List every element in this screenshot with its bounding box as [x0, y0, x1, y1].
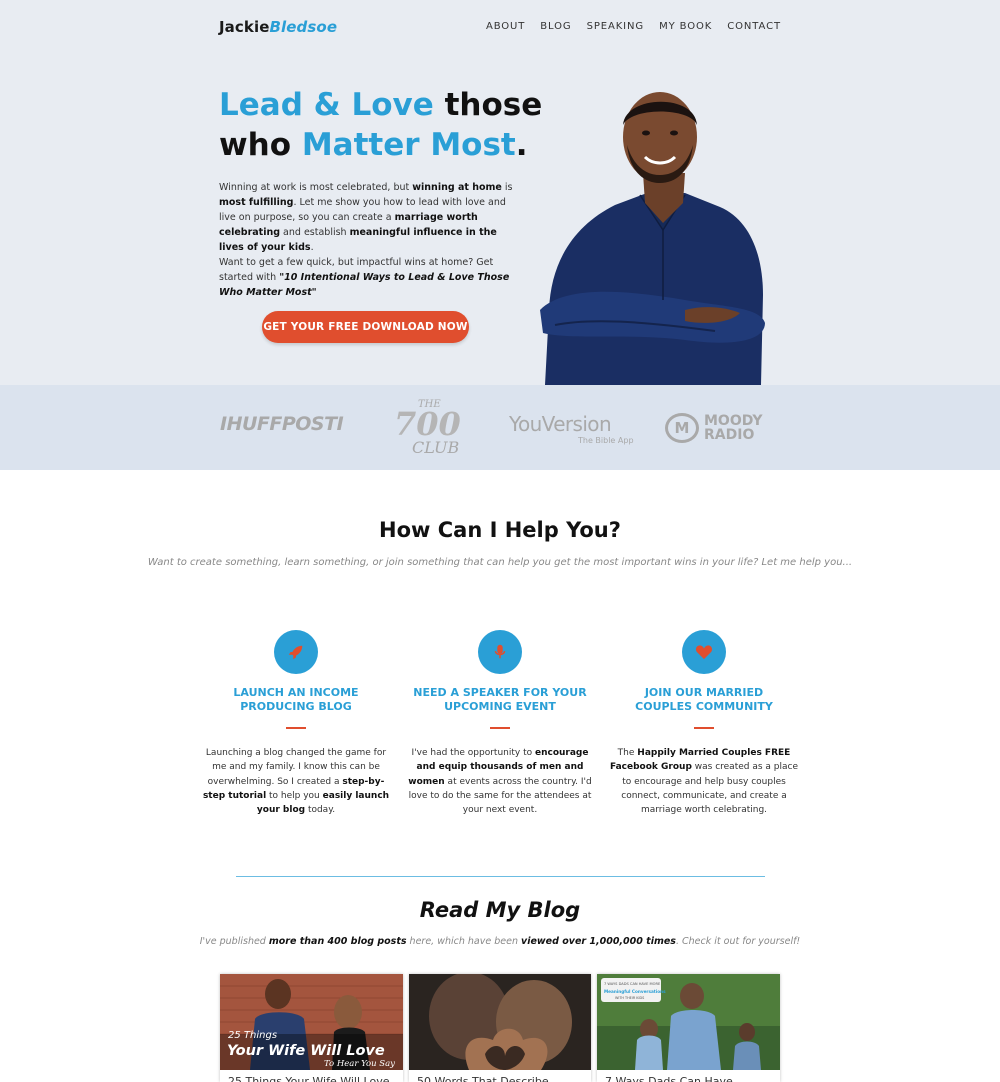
card-title-line[interactable]: NEED A SPEAKER FOR YOUR: [413, 686, 586, 699]
nav-contact[interactable]: CONTACT: [727, 21, 781, 32]
card-divider: [490, 727, 510, 729]
700-club-logo: THE 700 CLUB: [394, 399, 461, 455]
blog-post-thumbnail[interactable]: 7 WAYS DADS CAN HAVE MORE Meaningful Con…: [597, 974, 780, 1070]
blog-section-title: Read My Blog: [419, 898, 581, 922]
blog-post-card[interactable]: 7 WAYS DADS CAN HAVE MORE Meaningful Con…: [597, 974, 780, 1082]
post-overlay-line: 25 Things: [228, 1030, 277, 1041]
blog-sub-text: here, which have been: [406, 936, 521, 947]
headline-text-2: who: [219, 127, 302, 163]
portrait-photo: [540, 92, 765, 385]
blog-post-thumbnail[interactable]: [409, 974, 591, 1070]
nav-about[interactable]: ABOUT: [486, 21, 525, 32]
card-title[interactable]: NEED A SPEAKER FOR YOUR UPCOMING EVENT: [405, 686, 595, 714]
headline-text-1: those: [433, 87, 543, 123]
club-text: CLUB: [412, 438, 459, 455]
card-divider: [694, 727, 714, 729]
intro-text: Winning at work is most celebrated, but: [219, 182, 413, 193]
hero-headline: Lead & Love those who Matter Most.: [219, 85, 542, 165]
brand-first[interactable]: Jackie: [219, 18, 270, 36]
intro-text: .: [310, 242, 314, 253]
card-text: The: [617, 748, 638, 758]
moody-radio-mark: M: [665, 413, 699, 443]
card-couples-community: JOIN OUR MARRIED COUPLES COMMUNITY The Ha…: [609, 630, 799, 817]
post-image: 25 Things Your Wife Will Love To Hear Yo…: [220, 974, 403, 1070]
card-title-line[interactable]: COUPLES COMMUNITY: [635, 700, 773, 713]
card-body: Launching a blog changed the game for me…: [201, 746, 391, 817]
card-launch-blog: LAUNCH AN INCOME PRODUCING BLOG Launching…: [201, 630, 391, 817]
nav-blog[interactable]: BLOG: [540, 21, 571, 32]
heart-icon[interactable]: [682, 630, 726, 674]
card-text: to help you: [266, 790, 323, 801]
card-title[interactable]: LAUNCH AN INCOME PRODUCING BLOG: [201, 686, 391, 714]
intro-text: and establish: [280, 227, 350, 238]
blog-sub-bold: more than 400 blog posts: [268, 936, 407, 947]
blog-post-card[interactable]: 25 Things Your Wife Will Love To Hear Yo…: [220, 974, 403, 1082]
blog-post-title[interactable]: 25 Things Your Wife Will Love...: [220, 1070, 403, 1082]
blog-sub-bold: viewed over 1,000,000 times: [521, 936, 676, 947]
card-title[interactable]: JOIN OUR MARRIED COUPLES COMMUNITY: [609, 686, 799, 714]
nav-speaking[interactable]: SPEAKING: [587, 21, 644, 32]
post-overlay-line: To Hear You Say: [324, 1059, 395, 1069]
post-overlay-line: WITH THEIR KIDS: [615, 996, 644, 1000]
brand-last[interactable]: Bledsoe: [270, 18, 338, 36]
intro-bold: most fulfilling: [219, 197, 294, 208]
post-image: [409, 974, 591, 1070]
post-overlay-line: 7 WAYS DADS CAN HAVE MORE: [604, 982, 661, 986]
blog-post-thumbnail[interactable]: 25 Things Your Wife Will Love To Hear Yo…: [220, 974, 403, 1070]
huffpost-logo: IHUFFPOSTI: [220, 413, 344, 435]
nav-my-book[interactable]: MY BOOK: [659, 21, 712, 32]
card-body: I've had the opportunity to encourage an…: [405, 746, 595, 817]
card-text: I've had the opportunity to: [411, 748, 535, 758]
help-section-subtitle: Want to create something, learn somethin…: [147, 557, 853, 568]
section-divider: [236, 876, 765, 877]
hero-section: JackieBledsoe ABOUT BLOG SPEAKING MY BOO…: [0, 0, 1000, 385]
headline-highlight-1: Lead & Love: [219, 87, 434, 123]
headline-period: .: [515, 127, 528, 163]
card-title-line[interactable]: PRODUCING BLOG: [240, 700, 352, 713]
hero-offer-text: Want to get a few quick, but impactful w…: [219, 255, 519, 300]
blog-post-title[interactable]: 7 Ways Dads Can Have...: [597, 1070, 780, 1082]
card-title-line[interactable]: JOIN OUR MARRIED: [645, 686, 763, 699]
as-seen-on-strip: IHUFFPOSTI THE 700 CLUB YouVersion The B…: [0, 385, 1000, 470]
blog-post-title[interactable]: 50 Words That Describe...: [409, 1070, 591, 1082]
help-section-title: How Can I Help You?: [379, 518, 621, 542]
post-overlay-line: Meaningful Conversations: [604, 989, 666, 994]
blog-sub-text: . Check it out for yourself!: [675, 936, 801, 947]
card-speaker: NEED A SPEAKER FOR YOUR UPCOMING EVENT I'…: [405, 630, 595, 817]
main-nav: ABOUT BLOG SPEAKING MY BOOK CONTACT: [486, 21, 781, 32]
post-overlay-line: Your Wife Will Love: [227, 1043, 385, 1059]
microphone-icon[interactable]: [478, 630, 522, 674]
free-download-button[interactable]: GET YOUR FREE DOWNLOAD NOW: [262, 311, 469, 343]
headline-highlight-2: Matter Most: [301, 127, 516, 163]
card-divider: [286, 727, 306, 729]
card-title-line[interactable]: UPCOMING EVENT: [444, 700, 556, 713]
blog-post-card[interactable]: 50 Words That Describe...: [409, 974, 591, 1082]
rocket-icon[interactable]: [274, 630, 318, 674]
site-logo[interactable]: JackieBledsoe: [219, 18, 337, 36]
intro-text: is: [501, 182, 513, 193]
card-text: today.: [305, 805, 336, 816]
blog-sub-text: I've published: [199, 936, 269, 947]
moody-radio-logo: MOODY RADIO: [704, 414, 762, 442]
blog-section-subtitle: I've published more than 400 blog posts …: [0, 936, 1000, 947]
hero-intro: Winning at work is most celebrated, but …: [219, 180, 517, 255]
radio-word: RADIO: [704, 427, 755, 443]
youversion-tagline: The Bible App: [578, 436, 634, 445]
post-image: 7 WAYS DADS CAN HAVE MORE Meaningful Con…: [597, 974, 780, 1070]
intro-bold: winning at home: [412, 182, 502, 193]
youversion-logo: YouVersion: [509, 412, 612, 436]
card-title-line[interactable]: LAUNCH AN INCOME: [233, 686, 358, 699]
card-body: The Happily Married Couples FREE Faceboo…: [609, 746, 799, 817]
